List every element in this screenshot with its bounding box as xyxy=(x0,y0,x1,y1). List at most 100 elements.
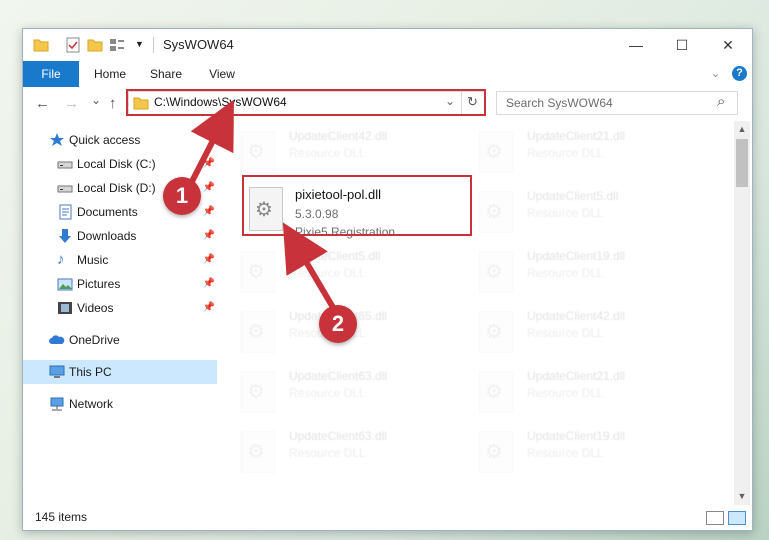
star-icon xyxy=(49,132,65,148)
tab-view[interactable]: View xyxy=(197,61,247,87)
file-type: Resource DLL xyxy=(527,266,604,280)
file-type: Resource DLL xyxy=(289,446,366,460)
help-icon[interactable]: ? xyxy=(732,66,747,81)
documents-icon xyxy=(57,204,73,220)
sidebar-item-label: Downloads xyxy=(77,229,137,243)
maximize-button[interactable]: ☐ xyxy=(659,29,705,61)
file-name: UpdateClient63.dll xyxy=(289,369,388,383)
recent-locations-button[interactable]: ⌄ xyxy=(91,93,101,107)
file-name: UpdateClient42.dll xyxy=(289,129,388,143)
network-icon xyxy=(49,396,65,412)
drive-icon xyxy=(57,180,73,196)
pin-icon[interactable]: 📌 xyxy=(203,302,215,313)
address-highlight-box xyxy=(126,89,486,116)
sidebar-item-local-disk-c[interactable]: Local Disk (C:) 📌 xyxy=(23,152,217,176)
window-title: SysWOW64 xyxy=(163,37,234,52)
pin-icon[interactable]: 📌 xyxy=(203,158,215,169)
sidebar-item-label: Local Disk (C:) xyxy=(77,157,156,171)
file-name: UpdateClient63.dll xyxy=(289,429,388,443)
up-button[interactable]: ↑ xyxy=(109,95,117,112)
sidebar-item-this-pc[interactable]: This PC xyxy=(23,360,217,384)
drive-icon xyxy=(57,156,73,172)
properties-icon[interactable] xyxy=(65,37,81,53)
sidebar-item-label: This PC xyxy=(69,365,112,379)
callout-step-2: 2 xyxy=(319,305,357,343)
gear-icon: ⚙ xyxy=(485,201,503,223)
forward-button[interactable]: → xyxy=(64,95,79,112)
back-button[interactable]: ← xyxy=(35,95,50,112)
sidebar-item-onedrive[interactable]: OneDrive xyxy=(23,328,217,352)
file-tile[interactable]: ⚙ UpdateClient21.dll Resource DLL xyxy=(465,119,695,179)
explorer-window: ▼ SysWOW64 — ☐ ✕ File Home Share View ⌄ … xyxy=(22,28,753,531)
sidebar-item-quick-access[interactable]: Quick access xyxy=(23,128,217,152)
close-button[interactable]: ✕ xyxy=(705,29,751,61)
chevron-down-icon[interactable]: ⌄ xyxy=(711,67,720,80)
file-type: Resource DLL xyxy=(289,266,366,280)
file-type: Resource DLL xyxy=(289,146,366,160)
sidebar-item-label: Pictures xyxy=(77,277,121,291)
download-icon xyxy=(57,228,73,244)
file-tile[interactable]: ⚙ UpdateClient42.dll Resource DLL xyxy=(227,119,457,179)
gear-icon: ⚙ xyxy=(247,261,265,283)
status-bar: 145 items xyxy=(23,505,752,530)
file-tile[interactable]: ⚙ UpdateClient5.dll Resource DLL xyxy=(227,239,457,299)
tab-share[interactable]: Share xyxy=(141,61,191,87)
sidebar-item-label: Videos xyxy=(77,301,114,315)
pin-icon[interactable]: 📌 xyxy=(203,182,215,193)
search-icon[interactable]: ⌕ xyxy=(717,93,725,110)
file-tile[interactable]: ⚙ UpdateClient42.dll Resource DLL xyxy=(465,299,695,359)
sidebar-item-pictures[interactable]: Pictures 📌 xyxy=(23,272,217,296)
sidebar-item-label: Local Disk (D:) xyxy=(77,181,156,195)
sidebar-item-music[interactable]: ♪ Music 📌 xyxy=(23,248,217,272)
gear-icon: ⚙ xyxy=(485,321,503,343)
pin-icon[interactable]: 📌 xyxy=(203,278,215,289)
file-tile[interactable]: ⚙ UpdateClient21.dll Resource DLL xyxy=(465,359,695,419)
sidebar-item-downloads[interactable]: Downloads 📌 xyxy=(23,224,217,248)
tab-file[interactable]: File xyxy=(23,61,79,87)
gear-icon: ⚙ xyxy=(247,141,265,163)
file-type: Resource DLL xyxy=(527,386,604,400)
videos-icon xyxy=(57,300,73,316)
file-tile[interactable]: ⚙ UpdateClient63.dll Resource DLL xyxy=(227,359,457,419)
folder-icon[interactable] xyxy=(33,37,49,53)
file-highlight-box xyxy=(242,175,472,236)
callout-step-1: 1 xyxy=(163,177,201,215)
file-name: UpdateClient21.dll xyxy=(527,129,626,143)
file-tile[interactable]: ⚙ UpdateClient19.dll Resource DLL xyxy=(465,239,695,299)
item-count: 145 items xyxy=(35,510,88,524)
file-name: UpdateClient19.dll xyxy=(527,429,626,443)
qat-dropdown-icon[interactable]: ▼ xyxy=(135,39,151,55)
file-type: Resource DLL xyxy=(527,146,604,160)
scroll-down-icon[interactable]: ▼ xyxy=(736,491,748,501)
file-name: UpdateClient5.dll xyxy=(289,249,381,263)
tab-home[interactable]: Home xyxy=(85,61,135,87)
scrollbar-thumb[interactable] xyxy=(736,139,748,187)
music-icon: ♪ xyxy=(57,251,65,268)
pin-icon[interactable]: 📌 xyxy=(203,230,215,241)
file-tile[interactable]: ⚙ UpdateClient5.dll Resource DLL xyxy=(465,179,695,239)
view-options-icon[interactable] xyxy=(109,37,125,53)
file-name: UpdateClient21.dll xyxy=(527,369,626,383)
pin-icon[interactable]: 📌 xyxy=(203,254,215,265)
cloud-icon xyxy=(49,332,65,348)
gear-icon: ⚙ xyxy=(485,381,503,403)
sidebar-item-label: Quick access xyxy=(69,133,141,147)
file-type: Resource DLL xyxy=(527,326,604,340)
file-name: UpdateClient19.dll xyxy=(527,249,626,263)
title-separator xyxy=(153,37,154,53)
file-tile[interactable]: ⚙ UpdateClient19.dll Resource DLL xyxy=(465,419,695,479)
gear-icon: ⚙ xyxy=(247,321,265,343)
pin-icon[interactable]: 📌 xyxy=(203,206,215,217)
file-tile[interactable]: ⚙ UpdateClient63.dll Resource DLL xyxy=(227,419,457,479)
minimize-button[interactable]: — xyxy=(613,29,659,61)
sidebar-item-label: Music xyxy=(77,253,109,267)
vertical-scrollbar[interactable]: ▲ ▼ xyxy=(734,121,750,505)
large-icons-view-icon[interactable] xyxy=(728,511,746,525)
sidebar-item-videos[interactable]: Videos 📌 xyxy=(23,296,217,320)
search-box[interactable]: Search SysWOW64 ⌕ xyxy=(496,91,738,115)
scroll-up-icon[interactable]: ▲ xyxy=(736,124,748,134)
details-view-icon[interactable] xyxy=(706,511,724,525)
sidebar-item-network[interactable]: Network xyxy=(23,392,217,416)
search-input[interactable]: Search SysWOW64 xyxy=(506,96,613,110)
new-folder-icon[interactable] xyxy=(87,37,103,53)
